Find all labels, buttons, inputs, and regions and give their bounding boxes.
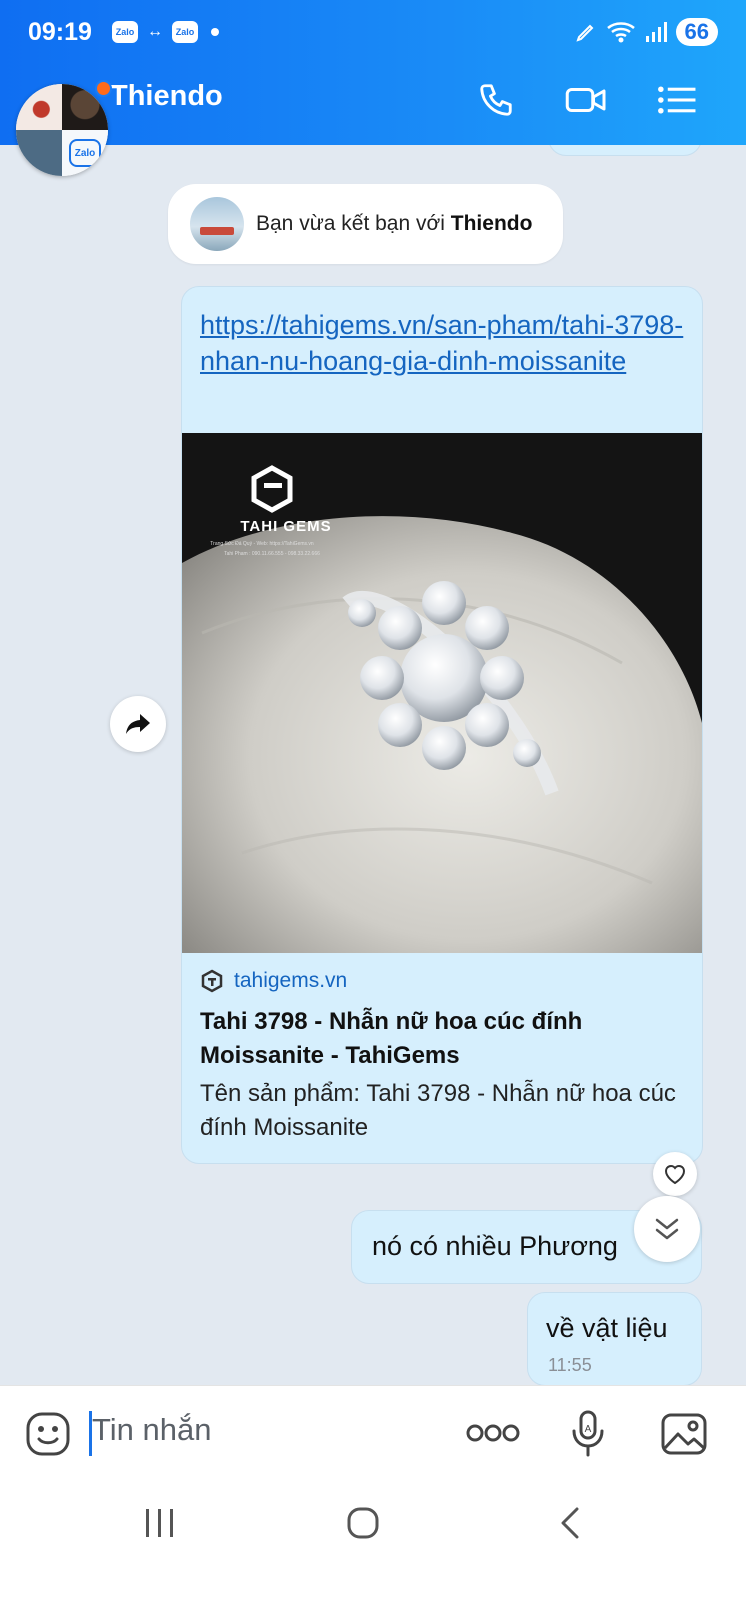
message-time: 11:55 bbox=[548, 1355, 592, 1375]
phone-icon bbox=[480, 84, 512, 116]
wifi-icon bbox=[606, 22, 635, 43]
friend-added-notice: Bạn vừa kết bạn với Thiendo bbox=[168, 184, 563, 264]
status-time: 09:19 bbox=[28, 18, 92, 46]
back-button[interactable] bbox=[545, 1503, 595, 1543]
video-call-icon bbox=[565, 88, 606, 112]
notification-dot-icon bbox=[211, 28, 219, 36]
voice-call-button[interactable] bbox=[474, 80, 518, 120]
app-header: 09:19 Zalo ↔ Zalo 66 Thiendo bbox=[0, 0, 746, 145]
back-icon bbox=[561, 1507, 579, 1539]
system-nav-bar bbox=[0, 1485, 746, 1600]
chevron-double-down-icon bbox=[655, 1218, 679, 1240]
message-bubble[interactable]: về vật liệu 11:55 bbox=[527, 1292, 702, 1386]
status-notification-icons: Zalo ↔ Zalo bbox=[112, 21, 219, 43]
home-button[interactable] bbox=[338, 1503, 388, 1543]
menu-icon bbox=[658, 86, 696, 114]
more-options-button[interactable] bbox=[466, 1418, 520, 1448]
more-icon bbox=[466, 1424, 520, 1442]
share-arrow-icon bbox=[126, 714, 150, 734]
recent-apps-icon bbox=[146, 1509, 173, 1537]
friend-added-prefix: Bạn vừa kết bạn với bbox=[256, 212, 445, 235]
avatar-zalo-quadrant: Zalo bbox=[62, 130, 108, 176]
watermark-line1: Trang Sức Đá Quý - Web: https://TahiGems… bbox=[210, 541, 314, 547]
voice-icon: A bbox=[572, 1410, 604, 1457]
friend-added-text: Bạn vừa kết bạn với Thiendo bbox=[256, 212, 532, 236]
emoji-button[interactable] bbox=[24, 1410, 72, 1458]
link-arrows-icon: ↔ bbox=[147, 23, 163, 40]
avatar-logo-quadrant bbox=[16, 84, 62, 130]
image-picker-button[interactable] bbox=[658, 1408, 710, 1460]
battery-level: 66 bbox=[675, 18, 718, 46]
pen-icon bbox=[575, 24, 593, 42]
link-site-row: tahigems.vn bbox=[200, 969, 347, 993]
contact-avatar[interactable]: Zalo bbox=[16, 84, 108, 176]
watermark-brand: TAHI GEMS bbox=[240, 518, 331, 535]
recent-apps-button[interactable] bbox=[135, 1503, 185, 1543]
link-preview-title: Tahi 3798 - Nhẫn nữ hoa cúc đính Moissan… bbox=[200, 1008, 583, 1069]
react-button[interactable] bbox=[653, 1152, 697, 1196]
zalo-notification-icon-2: Zalo bbox=[172, 21, 198, 43]
options-menu-button[interactable] bbox=[655, 80, 699, 120]
product-image[interactable]: TAHI GEMS Trang Sức Đá Quý - Web: https:… bbox=[182, 433, 702, 953]
signal-icon bbox=[645, 22, 667, 42]
tahigems-site-icon bbox=[201, 969, 223, 993]
svg-text:A: A bbox=[585, 1424, 592, 1435]
image-icon bbox=[661, 1413, 707, 1455]
watermark-line2: Tahi Pham : 090.11.66.555 - 098.33.22.66… bbox=[224, 551, 320, 557]
home-icon bbox=[347, 1507, 379, 1539]
message-input[interactable]: Tin nhắn bbox=[92, 1412, 212, 1448]
emoji-icon bbox=[26, 1412, 70, 1456]
contact-thumbnail bbox=[190, 197, 244, 251]
message-url-link[interactable]: https://tahigems.vn/san-pham/tahi-3798-n… bbox=[200, 307, 690, 379]
scroll-to-bottom-button[interactable] bbox=[634, 1196, 700, 1262]
link-message-bubble[interactable]: https://tahigems.vn/san-pham/tahi-3798-n… bbox=[181, 286, 703, 1164]
share-button[interactable] bbox=[110, 696, 166, 752]
video-call-button[interactable] bbox=[564, 80, 608, 120]
online-status-dot bbox=[95, 80, 112, 97]
thumbnail-detail bbox=[200, 227, 234, 235]
avatar-group-quadrant bbox=[16, 130, 62, 176]
contact-name[interactable]: Thiendo bbox=[110, 80, 223, 113]
voice-message-button[interactable]: A bbox=[566, 1408, 610, 1460]
message-text: về vật liệu bbox=[546, 1313, 668, 1343]
link-site-domain: tahigems.vn bbox=[234, 969, 348, 992]
heart-icon bbox=[664, 1165, 686, 1185]
status-system-icons: 66 bbox=[574, 18, 718, 46]
message-text: nó có nhiều Phương bbox=[372, 1231, 618, 1261]
link-preview-description: Tên sản phẩm: Tahi 3798 - Nhẫn nữ hoa cú… bbox=[200, 1080, 676, 1141]
zalo-notification-icon: Zalo bbox=[112, 21, 138, 43]
message-input-bar: Tin nhắn A bbox=[0, 1385, 746, 1486]
friend-added-name: Thiendo bbox=[450, 212, 533, 235]
zalo-logo-icon: Zalo bbox=[69, 139, 101, 167]
